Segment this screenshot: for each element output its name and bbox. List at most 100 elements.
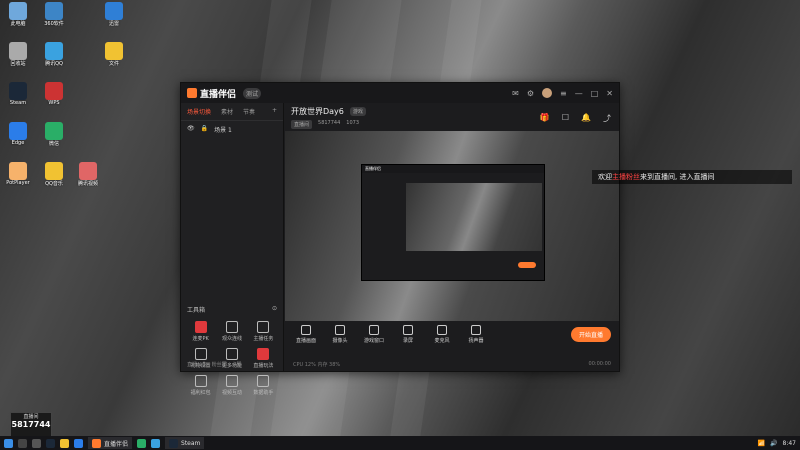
source-label: 扬声器	[468, 338, 484, 344]
tool-item[interactable]: 福利红包	[185, 375, 216, 396]
status-timer: 00:00:00	[588, 361, 611, 367]
message-icon[interactable]: ✉	[512, 89, 519, 98]
source-control[interactable]: 直播画面	[293, 325, 319, 344]
edge-pin-icon[interactable]	[74, 438, 83, 448]
live-companion-icon	[92, 438, 101, 448]
stream-overlay-card: 直播间 5817744	[10, 412, 52, 438]
app-icon	[9, 162, 27, 180]
tool-item[interactable]: 连麦PK	[185, 321, 216, 342]
tool-item[interactable]: 观众连线	[216, 321, 247, 342]
task-live-companion[interactable]: 直播伴侣	[88, 437, 133, 449]
toolbox-more-icon[interactable]: ⊙	[272, 305, 277, 314]
source-icon	[369, 325, 379, 335]
app-icon	[105, 42, 123, 60]
desktop-icon[interactable]: 此电脑	[2, 2, 34, 27]
tab-scenes[interactable]: 场景切换	[187, 107, 211, 116]
clock[interactable]: 8:47	[783, 440, 796, 447]
gift-icon[interactable]: 🎁	[540, 113, 550, 124]
start-icon[interactable]	[4, 438, 13, 448]
avatar[interactable]	[542, 88, 553, 98]
source-label: 麦克风	[434, 338, 450, 344]
viewer-count: 1073	[346, 120, 360, 126]
tool-icon	[257, 348, 270, 360]
desktop-icon[interactable]: 腾讯视频	[72, 162, 104, 187]
left-tabs: 场景切换 素材 节奏 +	[181, 103, 283, 121]
nested-app-name: 直播伴侣	[362, 165, 544, 173]
search-icon[interactable]	[18, 438, 27, 448]
nested-preview	[406, 183, 542, 251]
tool-icon	[225, 375, 238, 387]
desktop-icon-label: WPS	[48, 100, 60, 106]
volume-icon[interactable]: 🔊	[770, 440, 777, 447]
desktop-icon[interactable]: Steam	[2, 82, 34, 106]
task-label: Steam	[181, 439, 201, 447]
taskview-icon[interactable]	[32, 438, 41, 448]
welcome-suffix: 来到直播间, 进入直播间	[640, 173, 715, 181]
maximize-icon[interactable]: □	[591, 89, 599, 98]
network-icon[interactable]: 📶	[758, 440, 765, 447]
tool-item[interactable]: 直播玩法	[248, 348, 279, 369]
source-icon	[335, 325, 345, 335]
desktop-icon[interactable]: 迅雷	[98, 2, 130, 27]
source-control[interactable]: 扬声器	[463, 325, 489, 344]
tab-rhythm[interactable]: 节奏	[243, 107, 255, 116]
task-steam[interactable]: Steam	[165, 437, 205, 449]
desktop-icon-label: 回收站	[10, 61, 26, 67]
app-icon	[45, 42, 63, 60]
app-icon	[9, 2, 27, 20]
source-control[interactable]: 游戏窗口	[361, 325, 387, 344]
desktop-icon[interactable]: QQ音乐	[38, 162, 70, 187]
wechat-icon[interactable]	[137, 438, 147, 448]
tool-item[interactable]: 视频互动	[216, 375, 247, 396]
source-control[interactable]: 麦克风	[429, 325, 455, 344]
desktop-icon[interactable]: 微信	[38, 122, 70, 147]
desktop-icon[interactable]: 360软件	[38, 2, 70, 27]
desktop-icon[interactable]: 腾讯QQ	[38, 42, 70, 67]
live-companion-window: 直播伴侣 测试 ✉ ⚙ ≡ — □ ✕ 场景切换 素材 节奏 + 👁 🔒 场景 …	[180, 82, 620, 396]
source-control[interactable]: 录屏	[395, 325, 421, 344]
stream-preview[interactable]: 直播伴侣	[285, 131, 619, 321]
source-control[interactable]: 摄像头	[327, 325, 353, 344]
desktop-icon[interactable]: Edge	[2, 122, 34, 146]
left-panel: 场景切换 素材 节奏 + 👁 🔒 场景 1 工具箱 ⊙ 连麦PK 观众连线 主播任务…	[181, 103, 284, 396]
stream-title[interactable]: 开放世界Day6	[291, 106, 344, 117]
go-live-button[interactable]: 开始直播	[570, 327, 611, 342]
lock-icon[interactable]: 🔒	[201, 125, 208, 134]
desktop-icon[interactable]: 文件	[98, 42, 130, 67]
share-icon[interactable]: ⤴	[603, 113, 611, 124]
eye-icon[interactable]: 👁	[187, 125, 195, 134]
add-scene-icon[interactable]: +	[272, 107, 277, 116]
tool-item[interactable]: 主播任务	[248, 321, 279, 342]
explorer-icon[interactable]	[60, 438, 69, 448]
source-icon	[403, 325, 413, 335]
tool-item[interactable]: 数据助手	[248, 375, 279, 396]
room-tag[interactable]: 直播间	[291, 120, 313, 129]
menu-icon[interactable]: ≡	[560, 89, 567, 98]
source-label: 录屏	[402, 338, 413, 344]
desktop-icon-label: 腾讯视频	[77, 181, 98, 187]
settings-icon[interactable]: ⚙	[527, 89, 534, 98]
category-tag[interactable]: 游戏	[349, 107, 366, 116]
desktop-icon[interactable]: WPS	[38, 82, 70, 106]
tool-label: 主播任务	[253, 336, 274, 342]
desktop-icon-label: 微信	[48, 141, 59, 147]
task-label: 直播伴侣	[104, 440, 129, 448]
minimize-icon[interactable]: —	[575, 89, 583, 98]
scene-item[interactable]: 👁 🔒 场景 1	[181, 121, 283, 138]
tool-icon	[194, 348, 207, 360]
source-label: 游戏窗口	[363, 338, 384, 344]
qq-icon[interactable]	[151, 438, 161, 448]
tool-label: 数据助手	[253, 390, 274, 396]
desktop-icon[interactable]: 回收站	[2, 42, 34, 67]
close-icon[interactable]: ✕	[606, 89, 613, 98]
bell-icon[interactable]: 🔔	[581, 113, 591, 124]
tab-materials[interactable]: 素材	[221, 107, 233, 116]
steam-pin-icon[interactable]	[46, 438, 55, 448]
status-left: CPU 12% 内存 38%	[293, 362, 341, 368]
comment-icon[interactable]: ☐	[562, 113, 569, 124]
toolbox-title: 工具箱	[187, 307, 206, 314]
desktop-icon[interactable]: PotPlayer	[2, 162, 34, 186]
desktop-icon-label: Edge	[11, 140, 25, 146]
tool-icon	[225, 321, 238, 333]
tool-label: 视频互动	[221, 390, 242, 396]
